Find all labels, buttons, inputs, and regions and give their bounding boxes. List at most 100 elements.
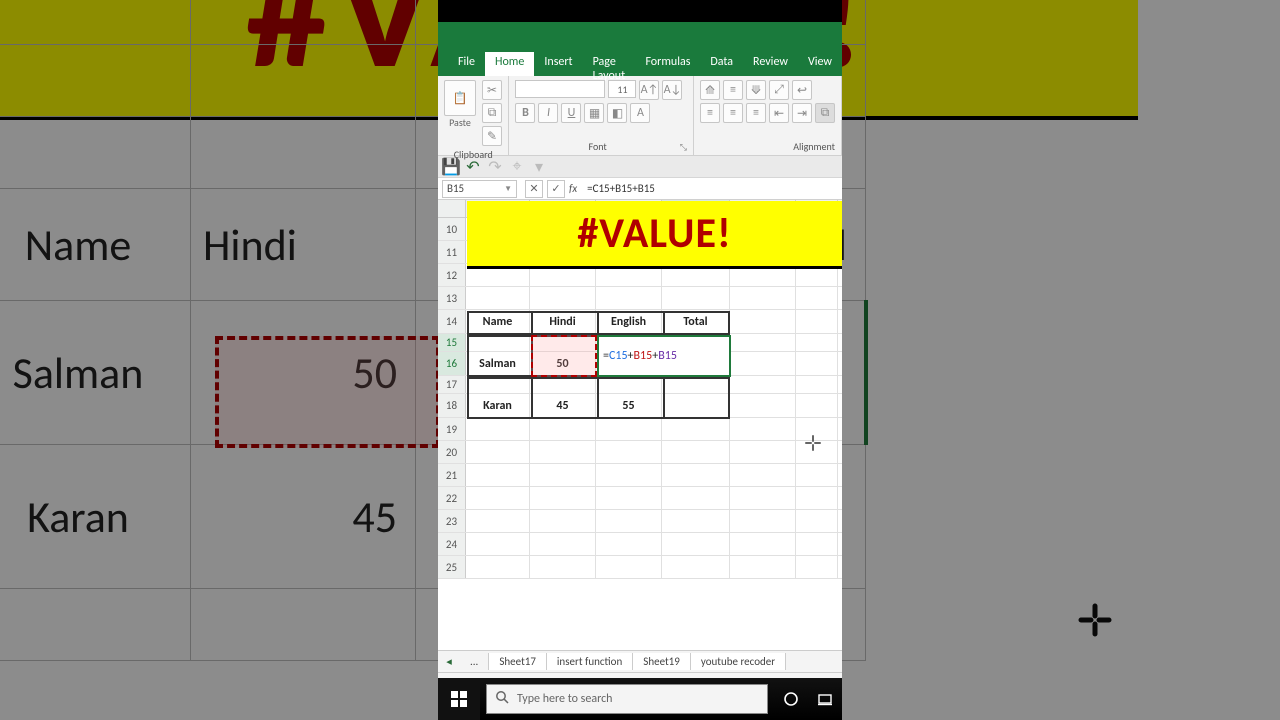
row-11[interactable]: 11 bbox=[438, 241, 466, 263]
fx-icon[interactable]: fx bbox=[569, 182, 577, 195]
copy-icon[interactable]: ⧉ bbox=[482, 103, 502, 123]
borders-button[interactable]: ▦ bbox=[584, 103, 604, 123]
value-error-text: #VALUE! bbox=[577, 208, 731, 259]
alignment-group-label: Alignment bbox=[700, 138, 835, 153]
cancel-entry-icon[interactable]: ✕ bbox=[525, 180, 543, 198]
tab-review[interactable]: Review bbox=[743, 52, 798, 76]
align-top-icon[interactable]: ⟰ bbox=[700, 80, 720, 100]
karan-total[interactable] bbox=[662, 394, 730, 417]
karan-english[interactable]: 55 bbox=[596, 394, 662, 417]
formula-input[interactable]: =C15+B15+B15 bbox=[583, 182, 842, 195]
decrease-indent-icon[interactable]: ⇤ bbox=[769, 103, 789, 123]
tab-insert[interactable]: Insert bbox=[534, 52, 582, 76]
row-17[interactable]: 17 bbox=[438, 376, 466, 393]
karan-name[interactable]: Karan bbox=[466, 394, 530, 417]
undo-icon[interactable]: ↶ bbox=[466, 160, 480, 174]
bold-button[interactable]: B bbox=[515, 103, 535, 123]
qat-customize-icon[interactable]: ▾ bbox=[532, 160, 546, 174]
row-10[interactable]: 10 bbox=[438, 218, 466, 240]
cell-B15[interactable] bbox=[530, 334, 596, 351]
tab-page-layout[interactable]: Page Layout bbox=[583, 52, 636, 76]
touch-mode-icon[interactable]: ⌖ bbox=[510, 160, 524, 174]
formula-part-c15: C15 bbox=[609, 349, 628, 363]
select-all-corner[interactable] bbox=[438, 200, 466, 217]
row-25[interactable]: 25 bbox=[438, 556, 466, 578]
row-24[interactable]: 24 bbox=[438, 533, 466, 555]
cut-icon[interactable]: ✂ bbox=[482, 80, 502, 100]
format-painter-icon[interactable]: ✎ bbox=[482, 126, 502, 146]
sheet-tab-youtube-recoder[interactable]: youtube recoder bbox=[691, 653, 786, 670]
ribbon-group-font: 11 A↑ A↓ B I U ▦ ◧ A Font bbox=[509, 76, 694, 155]
bg-hdr-hindi: Hindi bbox=[191, 189, 416, 301]
increase-font-icon[interactable]: A↑ bbox=[639, 80, 659, 100]
cell-A15[interactable] bbox=[466, 334, 530, 351]
row-23[interactable]: 23 bbox=[438, 510, 466, 532]
hdr-total[interactable]: Total bbox=[662, 310, 730, 333]
tab-home[interactable]: Home bbox=[485, 52, 534, 76]
font-color-button[interactable]: A bbox=[630, 103, 650, 123]
name-box-value: B15 bbox=[447, 182, 464, 195]
row-21[interactable]: 21 bbox=[438, 464, 466, 486]
sheet-tab-more[interactable]: ... bbox=[460, 653, 489, 670]
sheet-tab-insert-function[interactable]: insert function bbox=[547, 653, 633, 670]
row-15[interactable]: 15 bbox=[438, 334, 466, 351]
worksheet[interactable]: A B C D E F 10 11 12 13 14 Name Hindi En… bbox=[438, 200, 842, 650]
align-right-icon[interactable]: ≡ bbox=[746, 103, 766, 123]
align-bottom-icon[interactable]: ⟱ bbox=[746, 80, 766, 100]
tab-formulas[interactable]: Formulas bbox=[635, 52, 700, 76]
redo-icon[interactable]: ↷ bbox=[488, 160, 502, 174]
orientation-icon[interactable]: ⤢ bbox=[769, 80, 789, 100]
hdr-english[interactable]: English bbox=[596, 310, 662, 333]
salman-hindi[interactable]: 50 bbox=[530, 352, 596, 375]
hdr-name[interactable]: Name bbox=[466, 310, 530, 333]
row-12[interactable]: 12 bbox=[438, 264, 466, 286]
decrease-font-icon[interactable]: A↓ bbox=[662, 80, 682, 100]
karan-hindi[interactable]: 45 bbox=[530, 394, 596, 417]
align-middle-icon[interactable]: ≡ bbox=[723, 80, 743, 100]
formula-part-b15b: B15 bbox=[658, 349, 677, 363]
tab-view[interactable]: View bbox=[798, 52, 842, 76]
search-icon bbox=[495, 690, 509, 708]
underline-button[interactable]: U bbox=[561, 103, 581, 123]
bg-marching-ants bbox=[215, 336, 440, 448]
tab-data[interactable]: Data bbox=[700, 52, 743, 76]
cortana-icon[interactable] bbox=[774, 678, 808, 720]
font-dialog-launcher-icon[interactable]: ⤡ bbox=[680, 142, 687, 153]
sheet-nav-prev-icon[interactable]: ◂ bbox=[438, 655, 460, 668]
sheet-tabs: ◂ ... Sheet17 insert function Sheet19 yo… bbox=[438, 650, 842, 672]
row-16[interactable]: 16 bbox=[438, 352, 466, 375]
bg-karan-hindi: 45 bbox=[191, 445, 416, 589]
salman-name[interactable]: Salman bbox=[466, 352, 530, 375]
ribbon-tabs: File Home Insert Page Layout Formulas Da… bbox=[438, 52, 842, 76]
row-14[interactable]: 14 bbox=[438, 310, 466, 333]
tab-file[interactable]: File bbox=[448, 52, 485, 76]
font-name-combo[interactable] bbox=[515, 80, 605, 98]
hdr-hindi[interactable]: Hindi bbox=[530, 310, 596, 333]
align-center-icon[interactable]: ≡ bbox=[723, 103, 743, 123]
align-left-icon[interactable]: ≡ bbox=[700, 103, 720, 123]
sheet-tab-sheet17[interactable]: Sheet17 bbox=[489, 653, 547, 670]
row-19[interactable]: 19 bbox=[438, 418, 466, 440]
increase-indent-icon[interactable]: ⇥ bbox=[792, 103, 812, 123]
task-view-icon[interactable] bbox=[808, 678, 842, 720]
ribbon-group-alignment: ⟰ ≡ ⟱ ⤢ ↩ ≡ ≡ ≡ ⇤ ⇥ ⧉ Alignmen bbox=[694, 76, 842, 155]
row-18[interactable]: 18 bbox=[438, 394, 466, 417]
taskbar-search[interactable]: Type here to search bbox=[486, 684, 768, 714]
row-22[interactable]: 22 bbox=[438, 487, 466, 509]
save-icon[interactable]: 💾 bbox=[444, 160, 458, 174]
merge-center-icon[interactable]: ⧉ bbox=[815, 103, 835, 123]
paste-icon[interactable]: 📋 bbox=[444, 80, 476, 116]
enter-entry-icon[interactable]: ✓ bbox=[547, 180, 565, 198]
name-box-dropdown-icon[interactable]: ▼ bbox=[504, 184, 512, 194]
font-group-label: Font bbox=[589, 138, 607, 153]
sheet-tab-sheet19[interactable]: Sheet19 bbox=[633, 653, 691, 670]
italic-button[interactable]: I bbox=[538, 103, 558, 123]
name-box[interactable]: B15 ▼ bbox=[442, 180, 517, 198]
editing-cell-D15[interactable]: =C15+B15+B15 bbox=[597, 335, 731, 377]
row-13[interactable]: 13 bbox=[438, 287, 466, 309]
row-20[interactable]: 20 bbox=[438, 441, 466, 463]
wrap-text-icon[interactable]: ↩ bbox=[792, 80, 812, 100]
start-button[interactable] bbox=[438, 678, 480, 720]
font-size-combo[interactable]: 11 bbox=[608, 80, 636, 98]
fill-color-button[interactable]: ◧ bbox=[607, 103, 627, 123]
